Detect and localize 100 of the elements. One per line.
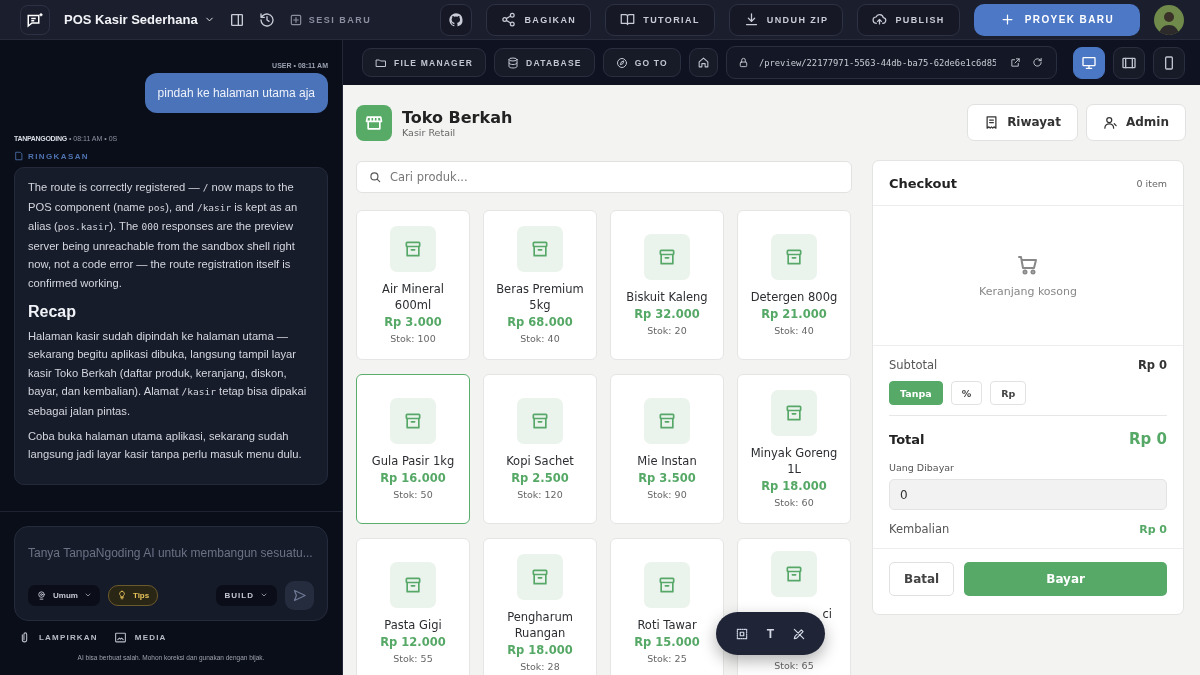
image-icon <box>113 630 127 644</box>
project-dropdown[interactable]: POS Kasir Sederhana <box>64 12 215 27</box>
item-count: 0 item <box>1136 177 1167 189</box>
paid-label: Uang Dibayar <box>889 462 954 473</box>
url-bar[interactable]: /preview/22177971-5563-44db-ba75-62de6e1c6d85 <box>725 46 1057 79</box>
message-paragraph: Coba buka halaman utama aplikasi, sekarang sudah langsung jadi layar kasir tanpa perlu masuk menu dulu. <box>28 428 303 463</box>
attach-button[interactable]: LAMPIRKAN <box>18 630 98 644</box>
preview-toolbar-button[interactable]: DATABASE <box>494 48 595 77</box>
archive-box-icon <box>784 403 804 423</box>
archive-box-icon <box>403 575 423 595</box>
store-subtitle: Kasir Retail <box>402 127 457 138</box>
product-card[interactable]: Detergen 800g Rp 21.000 Stok: 40 <box>737 210 851 360</box>
archive-box-icon <box>530 411 550 431</box>
device-toggle[interactable] <box>1073 46 1105 79</box>
message-heading: Recap <box>28 302 78 321</box>
new-project-button[interactable]: PROYEK BARU <box>973 3 1140 36</box>
header-button[interactable]: Riwayat <box>967 103 1078 141</box>
product-card[interactable]: Mie Instan Rp 3.500 Stok: 90 <box>610 374 724 524</box>
product-card[interactable]: Pengharum Ruangan Rp 18.000 Stok: 28 <box>483 538 597 675</box>
toolbar-button[interactable]: BAGIKAN <box>486 3 592 36</box>
section-label: RINGKASAN <box>28 151 90 161</box>
user-icon <box>1102 114 1118 130</box>
home-button[interactable] <box>688 48 718 77</box>
database-icon <box>507 56 520 69</box>
external-link-icon <box>1010 57 1021 68</box>
refresh-icon <box>1032 57 1043 68</box>
header-button[interactable]: Admin <box>1085 103 1186 141</box>
toolbar-button[interactable]: UNDUH ZIP <box>728 3 844 36</box>
product-card[interactable]: Pasta Gigi Rp 12.000 Stok: 55 <box>356 538 470 675</box>
cart-icon <box>1016 253 1040 277</box>
receipt-icon <box>984 114 1000 130</box>
device-toggle[interactable] <box>1113 46 1145 79</box>
archive-box-icon <box>657 247 677 267</box>
subtotal-value: Rp 0 <box>1137 358 1167 372</box>
archive-box-icon <box>530 239 550 259</box>
text-tool-button[interactable]: T <box>766 626 775 641</box>
preview-toolbar-button[interactable]: FILE MANAGER <box>362 48 487 77</box>
history-icon <box>258 11 275 28</box>
preview-toolbar-button[interactable]: GO TO <box>602 48 681 77</box>
total-value: Rp 0 <box>1129 430 1167 448</box>
archive-box-icon <box>530 567 550 587</box>
subtotal-label: Subtotal <box>889 358 938 372</box>
archive-box-icon <box>784 564 804 584</box>
book-icon <box>620 12 636 27</box>
toolbar-button[interactable]: PUBLISH <box>857 3 960 36</box>
product-card[interactable]: Kopi Sachet Rp 2.500 Stok: 120 <box>483 374 597 524</box>
selection-icon <box>734 626 749 641</box>
plus-square-icon <box>288 12 303 27</box>
send-button[interactable] <box>285 580 314 610</box>
download-icon <box>743 12 759 27</box>
github-button[interactable] <box>440 3 473 36</box>
toolbar-button[interactable]: TUTORIAL <box>605 3 715 36</box>
total-label: Total <box>889 431 925 447</box>
new-session-button[interactable]: SESI BARU <box>288 12 372 27</box>
document-icon <box>14 151 24 161</box>
product-card[interactable]: Air Mineral 600ml Rp 3.000 Stok: 100 <box>356 210 470 360</box>
product-card[interactable]: Beras Premium 5kg Rp 68.000 Stok: 40 <box>483 210 597 360</box>
archive-box-icon <box>657 575 677 595</box>
panel-toggle-button[interactable] <box>228 11 245 28</box>
checkout-title: Checkout <box>889 175 957 191</box>
product-card[interactable]: Biskuit Kaleng Rp 32.000 Stok: 20 <box>610 210 724 360</box>
cancel-button[interactable]: Batal <box>889 562 955 596</box>
chat-input[interactable]: Tanya TanpaNgoding AI untuk membangun sesuatu... <box>28 545 314 560</box>
change-value: Rp 0 <box>1139 522 1167 536</box>
store-title: Toko Berkah <box>402 108 514 127</box>
message-paragraph: The route is correctly registered — / now maps to the POS component (name pos), and /kasir is kept as an alias (pos.kasir). The 000 responses are the preview server being unreachable from the sandbox shell right now, not a code error — the route registration itself is confirmed working. <box>28 180 299 291</box>
history-button[interactable] <box>258 11 275 28</box>
discount-option[interactable]: % <box>950 381 983 405</box>
lock-icon <box>737 57 749 68</box>
archive-box-icon <box>784 247 804 267</box>
avatar[interactable] <box>1154 4 1184 35</box>
store-icon <box>364 113 384 133</box>
archive-box-icon <box>403 411 423 431</box>
plus-icon <box>999 12 1015 27</box>
archive-box-icon <box>403 239 423 259</box>
product-card[interactable]: Minyak Goreng 1L Rp 18.000 Stok: 60 <box>737 374 851 524</box>
app-logo[interactable] <box>20 4 50 35</box>
home-icon <box>696 56 710 69</box>
message-paragraph: Halaman kasir sudah dipindah ke halaman utama — sekarang begitu aplikasi dibuka, langsung tampil layar kasir Toko Berkah (daftar produk, keranjang, diskon, bayar, dan kembalian). Alamat /kasir tetap bisa dipakai sebagai jalan pintas. <box>28 328 308 419</box>
search-icon <box>368 170 382 184</box>
mode-dropdown[interactable]: Umum <box>28 584 100 606</box>
media-button[interactable]: MEDIA <box>113 630 167 644</box>
change-label: Kembalian <box>889 522 950 536</box>
monitor-icon <box>1081 54 1097 71</box>
user-message: pindah ke halaman utama aja <box>144 73 328 113</box>
paid-amount-field[interactable]: 0 <box>889 479 1167 510</box>
empty-cart-text: Keranjang kosong <box>978 285 1077 298</box>
device-toggle[interactable] <box>1153 46 1185 79</box>
select-tool-button[interactable] <box>734 626 749 641</box>
edit-tool-button[interactable] <box>792 626 807 641</box>
cloud-upload-icon <box>872 12 888 27</box>
pencil-icon <box>792 626 807 641</box>
build-dropdown[interactable]: BUILD <box>215 584 277 606</box>
product-card[interactable]: Gula Pasir 1kg Rp 16.000 Stok: 50 <box>356 374 470 524</box>
lightbulb-icon <box>116 590 127 601</box>
tips-button[interactable]: Tips <box>107 584 159 606</box>
search-field[interactable]: Cari produk... <box>356 161 852 193</box>
sidebar-icon <box>228 11 245 28</box>
product-card[interactable]: Roti Tawar Rp 15.000 Stok: 25 <box>610 538 724 675</box>
discount-option[interactable]: Rp <box>990 381 1027 405</box>
